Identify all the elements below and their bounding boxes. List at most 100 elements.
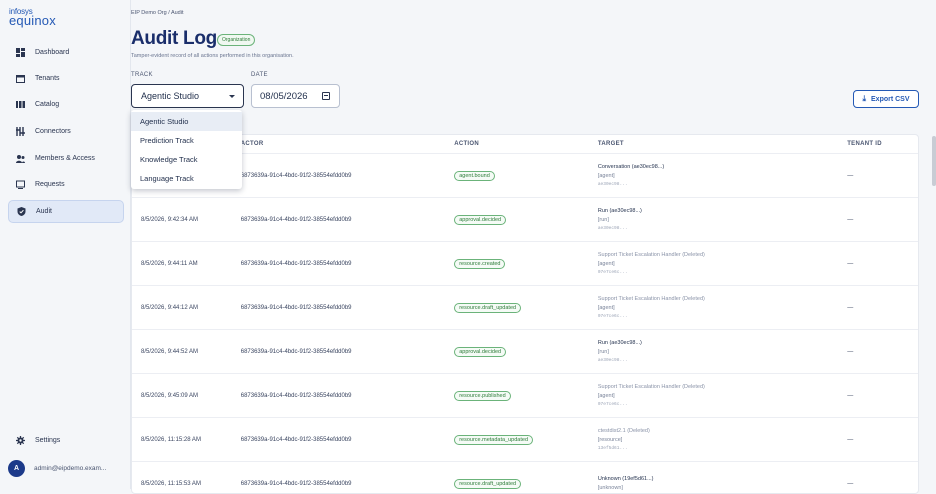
track-option-prediction[interactable]: Prediction Track	[131, 131, 242, 150]
catalog-icon	[16, 100, 25, 109]
app-logo[interactable]: infosys equinox	[9, 7, 56, 27]
sidebar-item-tenants[interactable]: Tenants	[8, 67, 124, 90]
target-name: Support Ticket Escalation Handler (Delet…	[597, 295, 705, 302]
track-select[interactable]: Agentic Studio	[131, 84, 244, 108]
cell-tenant: —	[847, 304, 854, 311]
action-badge: approval.decided	[454, 214, 507, 225]
caret-up-icon	[229, 95, 235, 98]
sidebar-item-requests[interactable]: Requests	[8, 173, 124, 196]
cell-time: 8/5/2026, 9:45:09 AM	[141, 392, 199, 399]
sidebar-item-audit[interactable]: Audit	[8, 200, 124, 223]
export-label: Export CSV	[871, 95, 910, 103]
requests-icon	[16, 180, 25, 189]
target-name: Run (ae30ec98...)	[597, 207, 642, 214]
user-profile[interactable]: A admin@eipdemo.exam...	[8, 460, 106, 477]
cell-target: Run (ae30ec98...) [run] ae30ec98...	[589, 339, 838, 365]
cell-time: 8/5/2026, 9:42:34 AM	[141, 216, 199, 223]
cell-time: 8/5/2026, 11:15:53 AM	[141, 480, 201, 487]
cell-time: 8/5/2026, 11:15:28 AM	[141, 436, 201, 443]
table-row[interactable]: 8/5/2026, 11:15:28 AM 6873639a-91c4-4bdc-…	[132, 418, 918, 462]
calendar-icon[interactable]	[322, 92, 330, 100]
target-name: Unknown (19ef5d61...)	[597, 475, 654, 482]
sidebar-item-label: Members & Access	[35, 155, 95, 162]
avatar: A	[8, 460, 25, 477]
sidebar-item-label: Catalog	[35, 101, 60, 108]
cell-action: resource.published	[445, 390, 589, 401]
cell-time: 8/5/2026, 9:44:12 AM	[141, 304, 199, 311]
members-icon	[16, 154, 25, 163]
target-id: ae30ec98...	[597, 357, 628, 363]
track-label: TRACK	[131, 72, 153, 78]
cell-target: Unknown (19ef5d61...) [unknown]	[589, 475, 838, 493]
table-header: ACTOR ACTION TARGET TENANT ID	[132, 135, 918, 154]
sidebar-item-catalog[interactable]: Catalog	[8, 93, 124, 116]
target-type: [agent]	[597, 392, 615, 399]
sidebar-item-settings[interactable]: Settings	[8, 429, 124, 452]
cell-time: 8/5/2026, 9:44:52 AM	[141, 348, 199, 355]
cell-target: Conversation (ae30ec98...) [agent] ae30ec9…	[589, 163, 838, 189]
target-name: Run (ae30ec98...)	[597, 339, 642, 346]
target-type: [unknown]	[597, 484, 623, 491]
scrollbar[interactable]	[932, 136, 936, 186]
target-type: [resource]	[597, 436, 623, 443]
sidebar-item-members[interactable]: Members & Access	[8, 147, 124, 170]
cell-actor: 6873639a-91c4-4bdc-91f2-38554efdd0b9	[240, 260, 352, 267]
target-id: 13ef5d61...	[597, 445, 628, 451]
cell-tenant: —	[847, 172, 854, 179]
table-row[interactable]: 8/5/2026, 11:15:53 AM 6873639a-91c4-4bdc-…	[132, 462, 918, 493]
cell-time: 8/5/2026, 9:44:11 AM	[141, 260, 198, 267]
target-id: 07e7ce6c...	[597, 313, 628, 319]
sidebar-item-label: Tenants	[35, 75, 60, 82]
action-badge: resource.created	[454, 258, 506, 269]
breadcrumb: EIP Demo Org / Audit	[131, 10, 184, 16]
date-value: 08/05/2026	[260, 90, 308, 102]
download-icon: ⤓	[862, 94, 867, 103]
track-option-language[interactable]: Language Track	[131, 169, 242, 188]
target-id: 07e7ce6c...	[597, 401, 628, 407]
sidebar-item-dashboard[interactable]: Dashboard	[8, 41, 124, 64]
target-type: [agent]	[597, 172, 615, 179]
target-name: Support Ticket Escalation Handler (Delet…	[597, 383, 705, 390]
track-option-knowledge[interactable]: Knowledge Track	[131, 150, 242, 169]
cell-tenant: —	[847, 216, 854, 223]
cell-action: resource.created	[445, 258, 589, 269]
sidebar-item-label: Requests	[35, 181, 65, 188]
col-action[interactable]: ACTION	[445, 141, 589, 147]
cell-tenant: —	[847, 436, 854, 443]
cell-tenant: —	[847, 480, 854, 487]
target-type: [run]	[597, 348, 609, 355]
table-row[interactable]: 8/5/2026, 9:44:11 AM 6873639a-91c4-4bdc-9…	[132, 242, 918, 286]
col-tenant[interactable]: TENANT ID	[838, 141, 918, 147]
table-row[interactable]: 6873639a-91c4-4bdc-91f2-38554efdd0b9 agen…	[132, 154, 918, 198]
sidebar-item-label: Settings	[35, 437, 61, 444]
user-email: admin@eipdemo.exam...	[34, 465, 107, 472]
col-target[interactable]: TARGET	[589, 141, 838, 147]
cell-tenant: —	[847, 260, 854, 267]
track-select-value: Agentic Studio	[141, 91, 200, 101]
date-input[interactable]: 08/05/2026	[251, 84, 340, 108]
sidebar-item-label: Dashboard	[35, 49, 70, 56]
action-badge: agent.bound	[454, 170, 495, 181]
target-type: [agent]	[597, 304, 615, 311]
table-row[interactable]: 8/5/2026, 9:44:52 AM 6873639a-91c4-4bdc-9…	[132, 330, 918, 374]
cell-actor: 6873639a-91c4-4bdc-91f2-38554efdd0b9	[240, 348, 352, 355]
table-row[interactable]: 8/5/2026, 9:42:34 AM 6873639a-91c4-4bdc-9…	[132, 198, 918, 242]
action-badge: resource.metadata_updated	[454, 434, 534, 445]
target-name: Conversation (ae30ec98...)	[597, 163, 665, 170]
export-csv-button[interactable]: ⤓ Export CSV	[853, 90, 919, 108]
col-actor[interactable]: ACTOR	[232, 141, 445, 147]
cell-action: approval.decided	[445, 214, 589, 225]
scope-badge: Organization	[217, 34, 256, 46]
action-badge: resource.draft_updated	[454, 302, 522, 313]
cell-tenant: —	[847, 392, 854, 399]
connectors-icon	[16, 127, 25, 136]
table-row[interactable]: 8/5/2026, 9:44:12 AM 6873639a-91c4-4bdc-9…	[132, 286, 918, 330]
sidebar: infosys equinox Dashboard Tenants Catalo…	[0, 0, 131, 489]
table-row[interactable]: 8/5/2026, 9:45:09 AM 6873639a-91c4-4bdc-9…	[132, 374, 918, 418]
target-type: [agent]	[597, 260, 615, 267]
sidebar-item-connectors[interactable]: Connectors	[8, 120, 124, 143]
target-name: ctestdist2.1 (Deleted)	[597, 427, 650, 434]
audit-table: ACTOR ACTION TARGET TENANT ID 6873639a-9…	[131, 134, 919, 494]
track-option-agentic-studio[interactable]: Agentic Studio	[131, 112, 242, 131]
track-dropdown-menu: Agentic Studio Prediction Track Knowledg…	[131, 110, 242, 189]
